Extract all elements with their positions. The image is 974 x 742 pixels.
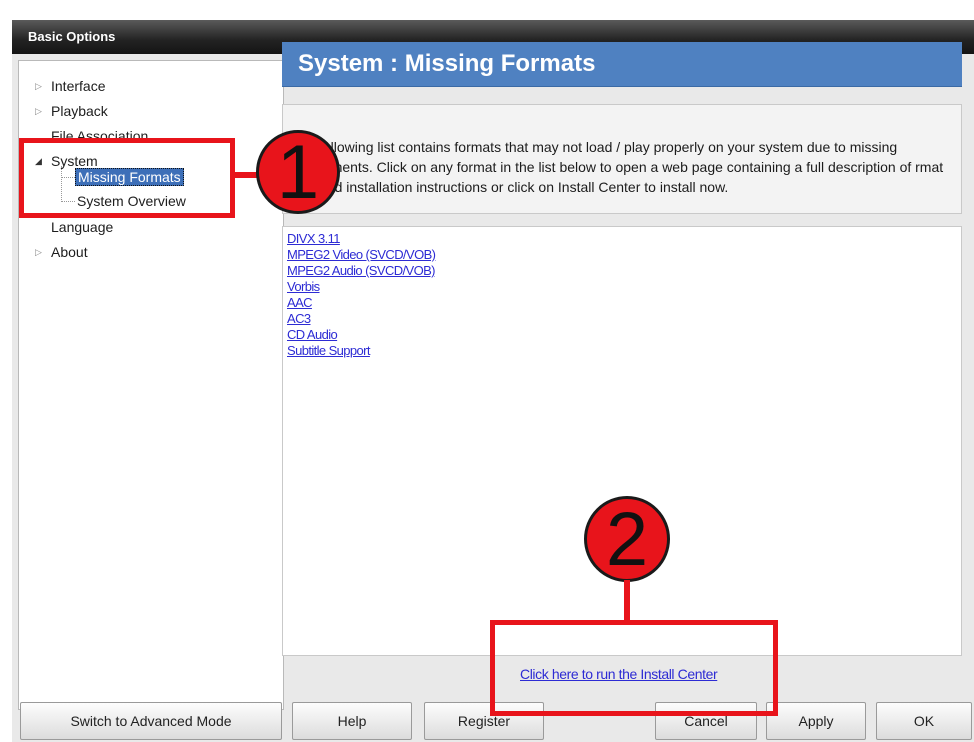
expand-arrow-icon[interactable]: ▷ [35,75,42,97]
page-header: System : Missing Formats [282,42,962,87]
annotation-box-2 [490,620,778,716]
switch-advanced-mode-button[interactable]: Switch to Advanced Mode [20,702,282,740]
format-link[interactable]: CD Audio [287,327,435,343]
format-link[interactable]: Subtitle Support [287,343,435,359]
tree-item-interface[interactable]: ▷ Interface [35,75,105,97]
format-link[interactable]: MPEG2 Audio (SVCD/VOB) [287,263,436,279]
annotation-connector-2 [624,580,630,624]
expand-arrow-icon[interactable]: ▷ [35,241,42,263]
annotation-marker-1: 1 [256,130,340,214]
help-button[interactable]: Help [292,702,412,740]
expand-arrow-icon[interactable]: ▷ [35,100,42,122]
page-title: System : Missing Formats [298,50,596,77]
format-link[interactable]: AAC [287,295,435,311]
format-link[interactable]: DIVX 3.11 [287,231,435,247]
annotation-marker-2: 2 [584,496,670,582]
description-text: following list contains formats that may… [282,104,962,214]
format-link[interactable]: MPEG2 Video (SVCD/VOB) [287,247,436,263]
missing-formats-list: DIVX 3.11 MPEG2 Video (SVCD/VOB) MPEG2 A… [282,226,962,656]
apply-button[interactable]: Apply [766,702,866,740]
annotation-box-1 [19,138,235,218]
format-link[interactable]: AC3 [287,311,435,327]
format-link[interactable]: Vorbis [287,279,435,295]
tree-item-language[interactable]: Language [51,216,113,238]
tree-item-about[interactable]: ▷ About [35,241,88,263]
ok-button[interactable]: OK [876,702,972,740]
tree-item-playback[interactable]: ▷ Playback [35,100,108,122]
